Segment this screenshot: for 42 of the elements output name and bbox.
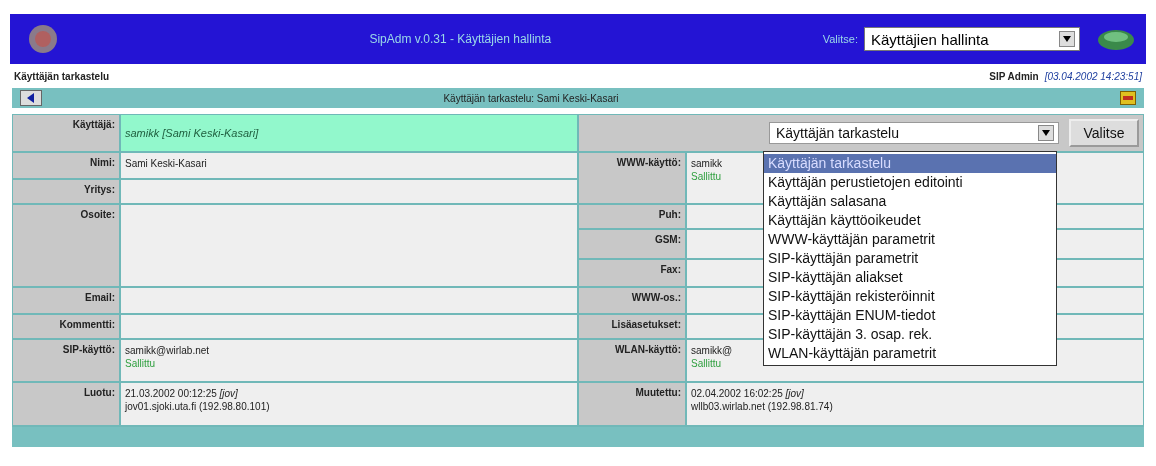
menu-option[interactable]: Käyttäjän perustietojen editointi xyxy=(764,173,1056,192)
field-label: GSM: xyxy=(579,230,687,258)
menu-option[interactable]: WWW-käyttäjän parametrit xyxy=(764,230,1056,249)
field-value: 21.03.2002 00:12:25 [jov] jov01.sjoki.uta.fi (192.98.80.101) xyxy=(121,383,577,425)
user-name: SIP Admin xyxy=(989,70,1039,82)
menu-option[interactable]: SIP-käyttäjän ENUM-tiedot xyxy=(764,306,1056,325)
field-label: Puh: xyxy=(579,205,687,228)
action-select[interactable]: Käyttäjän tarkastelu xyxy=(769,122,1059,144)
select-label: Valitse: xyxy=(822,33,858,45)
back-button[interactable] xyxy=(20,90,42,106)
select-button[interactable]: Valitse xyxy=(1069,119,1139,147)
field-label: Luotu: xyxy=(13,383,121,425)
field-label: Muutettu: xyxy=(579,383,687,425)
menu-option[interactable]: SIP-käyttäjän parametrit xyxy=(764,249,1056,268)
field-label: Email: xyxy=(13,288,121,313)
field-label: WWW-os.: xyxy=(579,288,687,313)
app-title: SipAdm v.0.31 - Käyttäjien hallinta xyxy=(368,32,553,46)
menu-option[interactable]: WLAN-käyttäjän parametrit xyxy=(764,344,1056,363)
field-label: Osoite: xyxy=(13,205,121,286)
menu-option[interactable]: Käyttäjän käyttöoikeudet xyxy=(764,211,1056,230)
field-value: samikk@wirlab.net Sallittu xyxy=(121,340,577,381)
field-label: Yritys: xyxy=(13,180,121,203)
page-heading: Käyttäjän tarkastelu xyxy=(14,70,111,82)
menu-option[interactable]: Käyttäjän tarkastelu xyxy=(764,154,1056,173)
menu-option[interactable]: SIP-käyttäjän rekisteröinnit xyxy=(764,287,1056,306)
timestamp: [03.04.2002 14:23:51] xyxy=(1044,70,1142,82)
field-label: Fax: xyxy=(579,260,687,286)
field-label: Kommentti: xyxy=(13,315,121,338)
field-label: Lisäasetukset: xyxy=(579,315,687,338)
field-label: WLAN-käyttö: xyxy=(579,340,687,381)
section-select[interactable]: Käyttäjien hallinta xyxy=(864,27,1080,51)
field-label: WWW-käyttö: xyxy=(579,153,687,203)
field-label: SIP-käyttö: xyxy=(13,340,121,381)
field-value: Sami Keski-Kasari xyxy=(121,153,577,178)
menu-option[interactable]: SIP-käyttäjän aliakset xyxy=(764,268,1056,287)
logo-icon xyxy=(28,24,58,54)
view-title: Käyttäjän tarkastelu: Sami Keski-Kasari xyxy=(442,92,620,104)
user-value: samikk [Sami Keski-Kasari] xyxy=(121,115,577,151)
field-value: 02.04.2002 16:02:25 [jov] wllb03.wirlab.net (192.98.81.74) xyxy=(687,383,1143,425)
back-arrow-icon xyxy=(26,93,36,103)
field-label: Nimi: xyxy=(13,153,121,178)
field-label: Käyttäjä: xyxy=(13,115,121,151)
